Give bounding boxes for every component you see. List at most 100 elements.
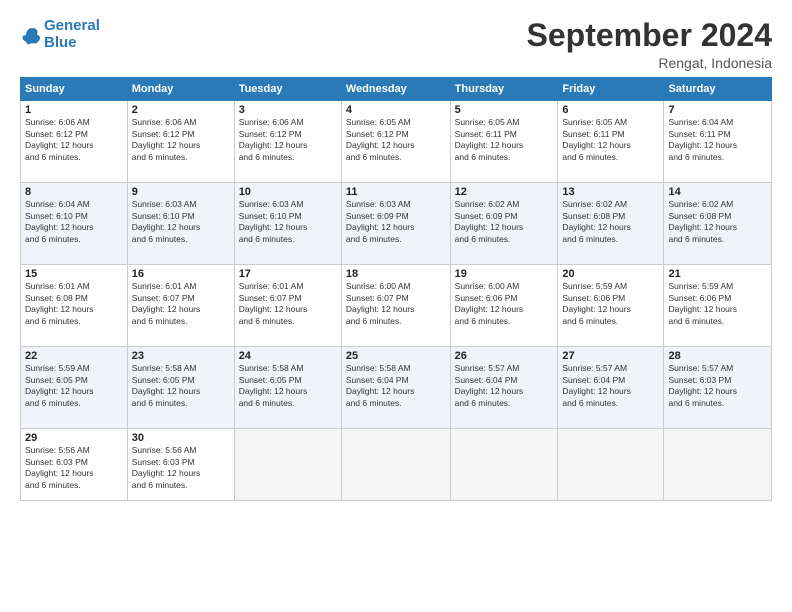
table-row: 13Sunrise: 6:02 AMSunset: 6:08 PMDayligh…	[558, 183, 664, 265]
day-info: Sunrise: 6:05 AMSunset: 6:11 PMDaylight:…	[455, 117, 554, 163]
calendar-week-row: 1Sunrise: 6:06 AMSunset: 6:12 PMDaylight…	[21, 101, 772, 183]
day-info: Sunrise: 5:58 AMSunset: 6:05 PMDaylight:…	[132, 363, 230, 409]
day-info: Sunrise: 5:57 AMSunset: 6:04 PMDaylight:…	[455, 363, 554, 409]
day-number: 16	[132, 268, 230, 280]
table-row: 21Sunrise: 5:59 AMSunset: 6:06 PMDayligh…	[664, 265, 772, 347]
day-info: Sunrise: 6:01 AMSunset: 6:08 PMDaylight:…	[25, 281, 123, 327]
day-number: 11	[346, 186, 446, 198]
day-number: 13	[562, 186, 659, 198]
table-row	[234, 429, 341, 501]
day-number: 21	[668, 268, 767, 280]
table-row: 4Sunrise: 6:05 AMSunset: 6:12 PMDaylight…	[341, 101, 450, 183]
day-info: Sunrise: 5:58 AMSunset: 6:05 PMDaylight:…	[239, 363, 337, 409]
calendar-header-row: Sunday Monday Tuesday Wednesday Thursday…	[21, 78, 772, 101]
calendar: Sunday Monday Tuesday Wednesday Thursday…	[20, 77, 772, 501]
day-number: 18	[346, 268, 446, 280]
title-block: September 2024 Rengat, Indonesia	[527, 18, 772, 71]
table-row: 18Sunrise: 6:00 AMSunset: 6:07 PMDayligh…	[341, 265, 450, 347]
day-info: Sunrise: 5:56 AMSunset: 6:03 PMDaylight:…	[132, 445, 230, 491]
day-info: Sunrise: 6:03 AMSunset: 6:09 PMDaylight:…	[346, 199, 446, 245]
table-row: 30Sunrise: 5:56 AMSunset: 6:03 PMDayligh…	[127, 429, 234, 501]
day-number: 26	[455, 350, 554, 362]
logo-text: General Blue	[44, 18, 100, 51]
day-info: Sunrise: 6:05 AMSunset: 6:11 PMDaylight:…	[562, 117, 659, 163]
table-row: 29Sunrise: 5:56 AMSunset: 6:03 PMDayligh…	[21, 429, 128, 501]
table-row: 16Sunrise: 6:01 AMSunset: 6:07 PMDayligh…	[127, 265, 234, 347]
day-number: 28	[668, 350, 767, 362]
day-info: Sunrise: 6:02 AMSunset: 6:08 PMDaylight:…	[668, 199, 767, 245]
logo-line1: General	[44, 17, 100, 34]
day-info: Sunrise: 6:01 AMSunset: 6:07 PMDaylight:…	[239, 281, 337, 327]
col-wednesday: Wednesday	[341, 78, 450, 101]
col-friday: Friday	[558, 78, 664, 101]
day-number: 17	[239, 268, 337, 280]
col-sunday: Sunday	[21, 78, 128, 101]
day-info: Sunrise: 6:04 AMSunset: 6:11 PMDaylight:…	[668, 117, 767, 163]
table-row	[664, 429, 772, 501]
table-row: 8Sunrise: 6:04 AMSunset: 6:10 PMDaylight…	[21, 183, 128, 265]
day-number: 9	[132, 186, 230, 198]
table-row: 14Sunrise: 6:02 AMSunset: 6:08 PMDayligh…	[664, 183, 772, 265]
col-monday: Monday	[127, 78, 234, 101]
day-info: Sunrise: 6:05 AMSunset: 6:12 PMDaylight:…	[346, 117, 446, 163]
day-number: 22	[25, 350, 123, 362]
table-row: 24Sunrise: 5:58 AMSunset: 6:05 PMDayligh…	[234, 347, 341, 429]
day-number: 2	[132, 104, 230, 116]
table-row: 9Sunrise: 6:03 AMSunset: 6:10 PMDaylight…	[127, 183, 234, 265]
table-row: 23Sunrise: 5:58 AMSunset: 6:05 PMDayligh…	[127, 347, 234, 429]
day-info: Sunrise: 5:58 AMSunset: 6:04 PMDaylight:…	[346, 363, 446, 409]
page: General Blue September 2024 Rengat, Indo…	[0, 0, 792, 612]
day-number: 10	[239, 186, 337, 198]
table-row: 27Sunrise: 5:57 AMSunset: 6:04 PMDayligh…	[558, 347, 664, 429]
logo-icon	[20, 24, 42, 46]
day-info: Sunrise: 6:06 AMSunset: 6:12 PMDaylight:…	[25, 117, 123, 163]
table-row: 15Sunrise: 6:01 AMSunset: 6:08 PMDayligh…	[21, 265, 128, 347]
table-row	[341, 429, 450, 501]
table-row: 19Sunrise: 6:00 AMSunset: 6:06 PMDayligh…	[450, 265, 558, 347]
location: Rengat, Indonesia	[527, 55, 772, 71]
day-number: 23	[132, 350, 230, 362]
day-number: 5	[455, 104, 554, 116]
header: General Blue September 2024 Rengat, Indo…	[20, 18, 772, 71]
day-info: Sunrise: 5:56 AMSunset: 6:03 PMDaylight:…	[25, 445, 123, 491]
day-number: 3	[239, 104, 337, 116]
col-tuesday: Tuesday	[234, 78, 341, 101]
table-row: 10Sunrise: 6:03 AMSunset: 6:10 PMDayligh…	[234, 183, 341, 265]
table-row: 25Sunrise: 5:58 AMSunset: 6:04 PMDayligh…	[341, 347, 450, 429]
day-number: 12	[455, 186, 554, 198]
day-number: 14	[668, 186, 767, 198]
day-info: Sunrise: 6:02 AMSunset: 6:09 PMDaylight:…	[455, 199, 554, 245]
day-info: Sunrise: 5:57 AMSunset: 6:03 PMDaylight:…	[668, 363, 767, 409]
table-row	[558, 429, 664, 501]
table-row: 12Sunrise: 6:02 AMSunset: 6:09 PMDayligh…	[450, 183, 558, 265]
table-row: 26Sunrise: 5:57 AMSunset: 6:04 PMDayligh…	[450, 347, 558, 429]
col-saturday: Saturday	[664, 78, 772, 101]
day-number: 19	[455, 268, 554, 280]
table-row: 2Sunrise: 6:06 AMSunset: 6:12 PMDaylight…	[127, 101, 234, 183]
day-number: 30	[132, 432, 230, 444]
day-info: Sunrise: 6:04 AMSunset: 6:10 PMDaylight:…	[25, 199, 123, 245]
month-title: September 2024	[527, 18, 772, 53]
logo-line2: Blue	[44, 34, 77, 51]
logo: General Blue	[20, 18, 100, 51]
day-number: 24	[239, 350, 337, 362]
day-number: 4	[346, 104, 446, 116]
day-info: Sunrise: 6:00 AMSunset: 6:07 PMDaylight:…	[346, 281, 446, 327]
day-number: 20	[562, 268, 659, 280]
col-thursday: Thursday	[450, 78, 558, 101]
day-info: Sunrise: 6:02 AMSunset: 6:08 PMDaylight:…	[562, 199, 659, 245]
table-row: 20Sunrise: 5:59 AMSunset: 6:06 PMDayligh…	[558, 265, 664, 347]
day-info: Sunrise: 5:59 AMSunset: 6:06 PMDaylight:…	[562, 281, 659, 327]
table-row: 5Sunrise: 6:05 AMSunset: 6:11 PMDaylight…	[450, 101, 558, 183]
day-info: Sunrise: 6:01 AMSunset: 6:07 PMDaylight:…	[132, 281, 230, 327]
day-number: 8	[25, 186, 123, 198]
day-number: 25	[346, 350, 446, 362]
calendar-week-row: 29Sunrise: 5:56 AMSunset: 6:03 PMDayligh…	[21, 429, 772, 501]
day-info: Sunrise: 5:59 AMSunset: 6:05 PMDaylight:…	[25, 363, 123, 409]
day-info: Sunrise: 6:06 AMSunset: 6:12 PMDaylight:…	[132, 117, 230, 163]
table-row: 7Sunrise: 6:04 AMSunset: 6:11 PMDaylight…	[664, 101, 772, 183]
day-number: 27	[562, 350, 659, 362]
table-row: 6Sunrise: 6:05 AMSunset: 6:11 PMDaylight…	[558, 101, 664, 183]
table-row: 3Sunrise: 6:06 AMSunset: 6:12 PMDaylight…	[234, 101, 341, 183]
table-row: 17Sunrise: 6:01 AMSunset: 6:07 PMDayligh…	[234, 265, 341, 347]
